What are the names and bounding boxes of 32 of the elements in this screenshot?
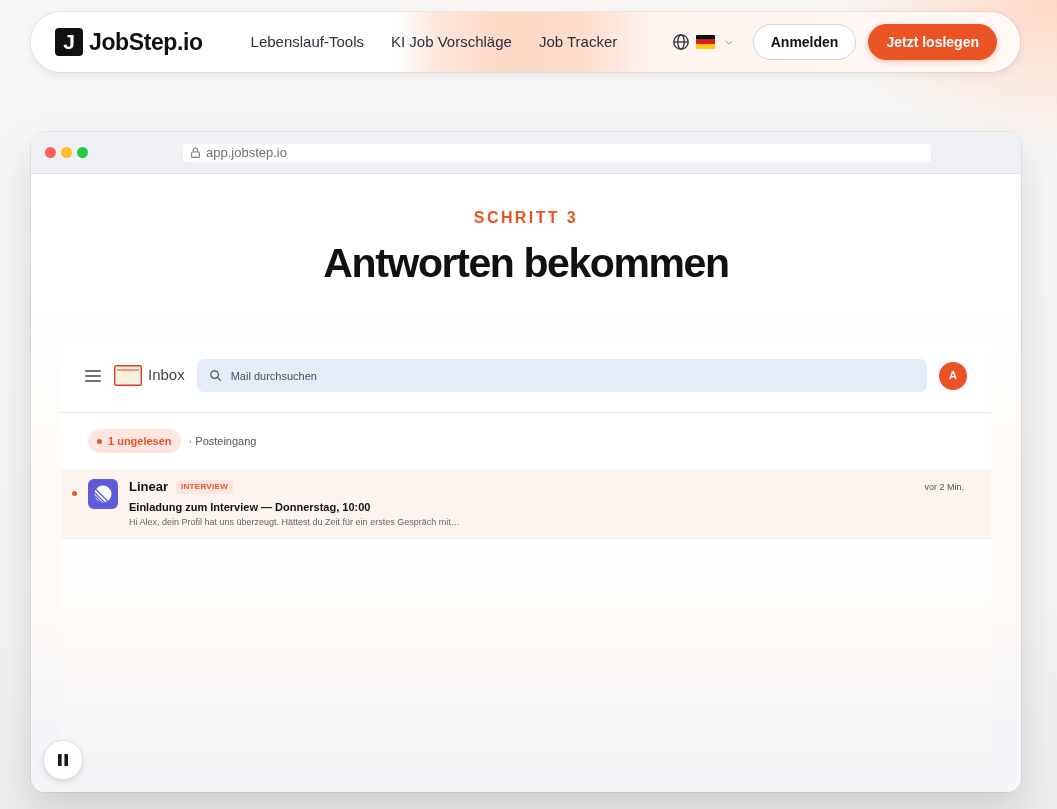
flag-icon[interactable] xyxy=(695,35,715,49)
menu-icon[interactable] xyxy=(85,369,101,382)
search-icon xyxy=(209,370,221,381)
section-heading: Antworten bekommen xyxy=(322,239,730,287)
lock-icon xyxy=(191,147,200,158)
window-control-icon[interactable] xyxy=(45,147,56,158)
nav-link[interactable]: Job Tracker xyxy=(538,30,618,54)
mail-time: vor 2 Min. xyxy=(924,481,964,494)
pause-icon xyxy=(57,754,69,766)
mail-preview: Hi Alex, dein Profil hat uns überzeugt. Hättest du Zeit für ein erstes Gespräch mit… xyxy=(129,516,461,528)
search-field[interactable]: Mail durchsuchen xyxy=(196,359,927,392)
dot-icon xyxy=(97,438,102,444)
mail-subject: Einladung zum Interview — Donnerstag, 10:00 xyxy=(129,500,372,514)
address-bar[interactable]: app.jobstep.io xyxy=(183,143,931,162)
sender-logo-icon xyxy=(88,479,118,509)
sender-name: Linear xyxy=(129,479,168,495)
folder-label: · Posteingang xyxy=(188,433,257,449)
category-tag: INTERVIEW xyxy=(176,480,234,494)
globe-icon[interactable] xyxy=(672,34,689,50)
url-text: app.jobstep.io xyxy=(206,143,287,162)
step-label: SCHRITT 3 xyxy=(472,209,580,227)
app-title: Inbox xyxy=(148,365,185,386)
nav-link[interactable]: KI Job Vorschläge xyxy=(391,30,512,54)
brand-name[interactable]: JobStep.io xyxy=(89,24,203,60)
logo-mark[interactable]: J xyxy=(55,28,83,56)
avatar[interactable]: A xyxy=(939,361,967,390)
mail-row[interactable]: Linear INTERVIEW Einladung zum Interview — Donnerstag, 10:00 Hi Alex, dein Profil hat uns überzeugt. Hättest du Zeit für ein erstes Gespräch mit… vor 2 Min. xyxy=(61,469,991,539)
get-started-button[interactable]: Jetzt loslegen xyxy=(868,24,997,60)
login-button[interactable]: Anmelden xyxy=(752,24,857,60)
envelope-icon xyxy=(114,365,142,386)
nav-link[interactable]: Lebenslauf-Tools xyxy=(250,30,364,54)
unread-dot-icon xyxy=(72,491,77,496)
